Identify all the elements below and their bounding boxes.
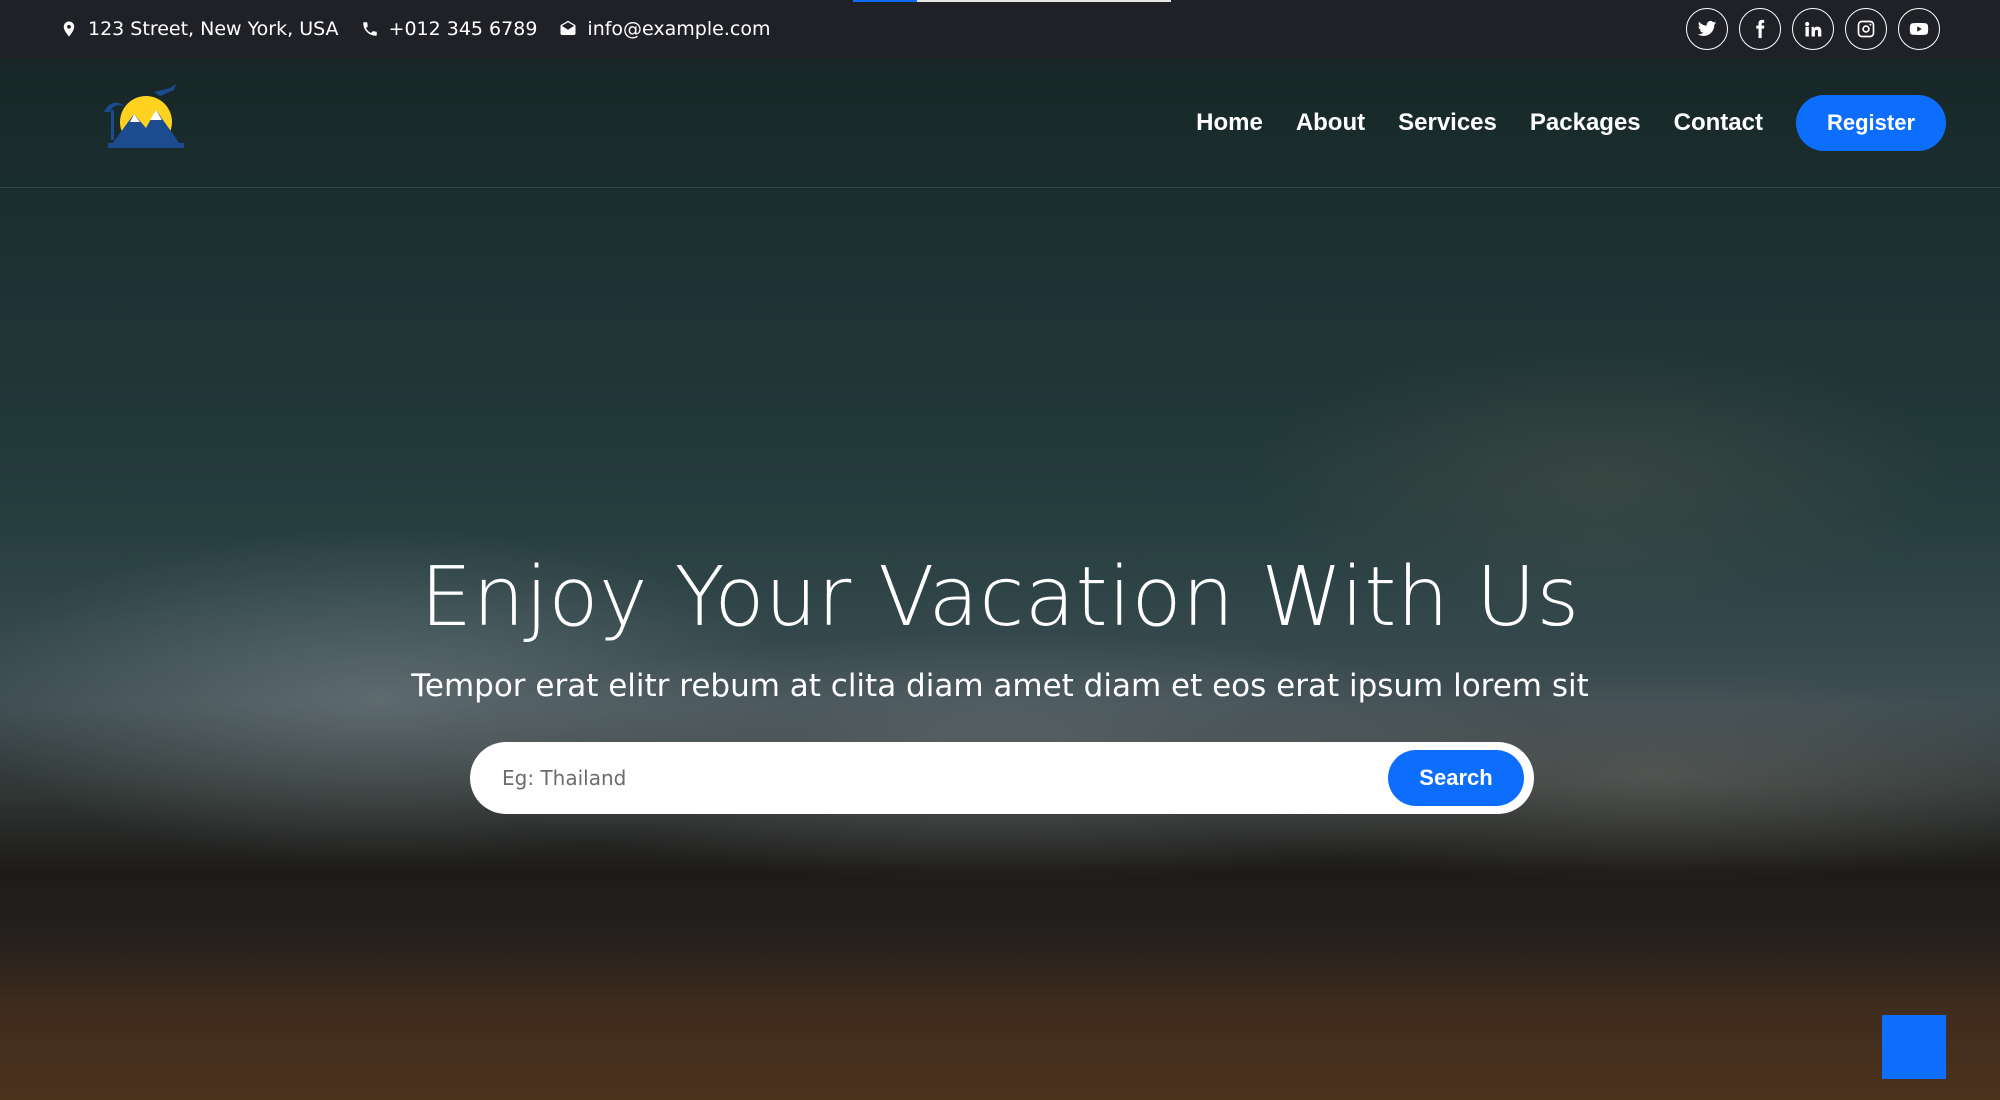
brand-logo[interactable] [94, 80, 194, 160]
hero-title: Enjoy Your Vacation With Us [420, 550, 1580, 645]
email-item: info@example.com [559, 18, 770, 40]
phone-item: +012 345 6789 [361, 18, 538, 40]
youtube-button[interactable] [1898, 8, 1940, 50]
nav-contact[interactable]: Contact [1674, 109, 1763, 137]
travel-logo-icon [104, 84, 184, 148]
navbar: Home About Services Packages Contact Reg… [0, 58, 2000, 188]
search-button[interactable]: Search [1388, 750, 1524, 806]
page-progress-fill [853, 0, 917, 2]
map-marker-icon [60, 20, 78, 38]
hero-subtitle: Tempor erat elitr rebum at clita diam am… [411, 668, 1589, 704]
facebook-button[interactable] [1739, 8, 1781, 50]
contact-list: 123 Street, New York, USA +012 345 6789 … [60, 18, 770, 40]
instagram-button[interactable] [1845, 8, 1887, 50]
linkedin-button[interactable] [1792, 8, 1834, 50]
twitter-icon [1697, 21, 1717, 36]
social-links [1686, 8, 1940, 50]
linkedin-icon [1805, 21, 1822, 37]
back-to-top-button[interactable] [1882, 1015, 1946, 1079]
nav-about[interactable]: About [1296, 109, 1365, 137]
page: 123 Street, New York, USA +012 345 6789 … [0, 0, 2000, 1100]
email-text: info@example.com [587, 18, 771, 40]
envelope-open-icon [559, 20, 577, 38]
address-text: 123 Street, New York, USA [88, 18, 339, 40]
facebook-icon [1756, 19, 1765, 39]
nav-packages[interactable]: Packages [1530, 109, 1641, 137]
instagram-icon [1857, 20, 1875, 38]
phone-text: +012 345 6789 [388, 18, 538, 40]
search-box: Search [470, 742, 1534, 814]
nav-home[interactable]: Home [1196, 109, 1263, 137]
nav-services[interactable]: Services [1398, 109, 1497, 137]
search-input[interactable] [502, 766, 1388, 790]
phone-icon [361, 20, 379, 38]
twitter-button[interactable] [1686, 8, 1728, 50]
topbar: 123 Street, New York, USA +012 345 6789 … [0, 0, 2000, 58]
page-progress-bar [853, 0, 1171, 2]
address-item: 123 Street, New York, USA [60, 18, 339, 40]
youtube-icon [1909, 23, 1929, 35]
nav-links: Home About Services Packages Contact Reg… [1196, 95, 1946, 151]
register-button[interactable]: Register [1796, 95, 1946, 151]
